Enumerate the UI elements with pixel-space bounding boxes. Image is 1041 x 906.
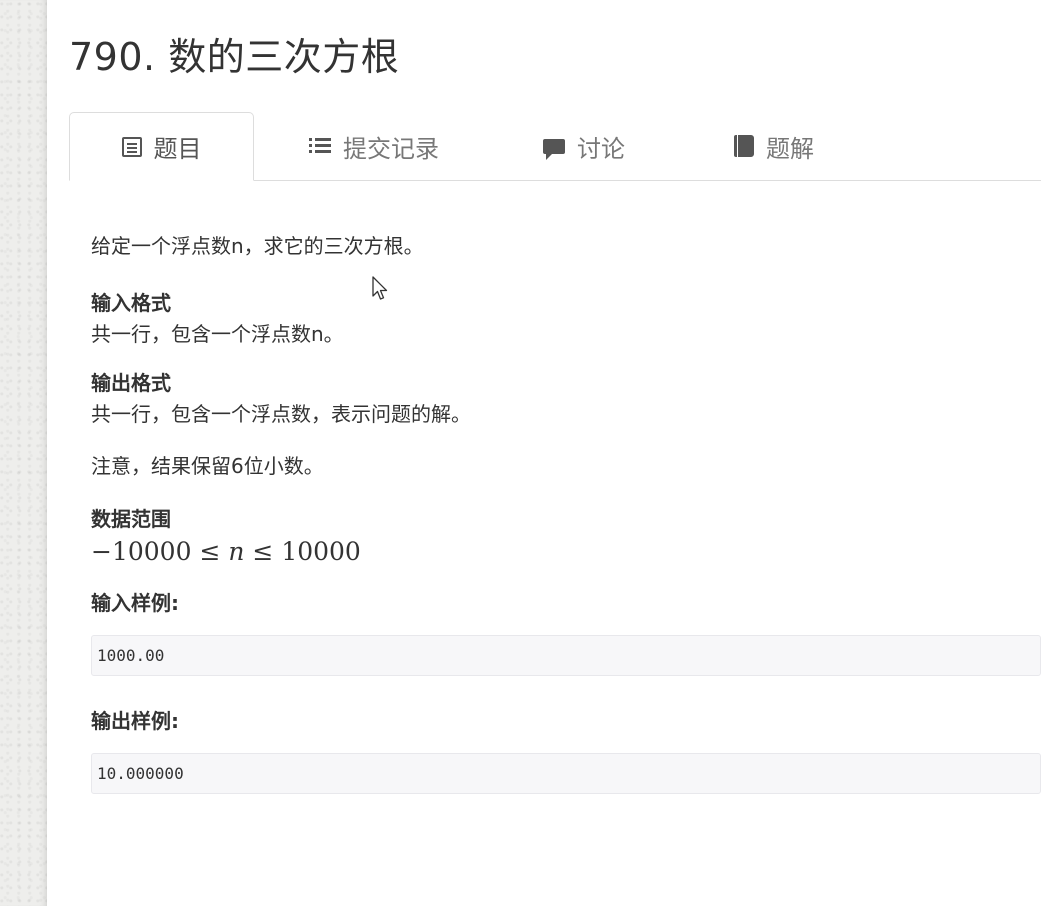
range-lower-bound: −10000 bbox=[91, 537, 192, 566]
tab-discussion-label: 讨论 bbox=[577, 134, 625, 163]
tab-problem-label: 题目 bbox=[153, 135, 202, 163]
range-variable: n bbox=[228, 537, 245, 566]
tab-solutions-label: 题解 bbox=[766, 134, 814, 163]
input-format-text: 共一行，包含一个浮点数n。 bbox=[91, 322, 344, 346]
mouse-pointer-icon bbox=[372, 276, 388, 300]
doc-list-icon bbox=[121, 136, 142, 157]
comment-icon bbox=[543, 138, 565, 160]
sample-input-code[interactable]: 1000.00 bbox=[91, 635, 1041, 676]
problem-content: 给定一个浮点数n，求它的三次方根。 输入格式 共一行，包含一个浮点数n。 输出格… bbox=[91, 228, 1041, 794]
precision-note: 注意，结果保留6位小数。 bbox=[91, 454, 324, 478]
tab-submissions[interactable]: 提交记录 bbox=[279, 112, 469, 180]
range-operator-1: ≤ bbox=[199, 537, 221, 566]
book-icon bbox=[734, 135, 754, 157]
data-range-formula: −10000 ≤ n ≤ 10000 bbox=[91, 534, 1041, 570]
problem-description: 给定一个浮点数n，求它的三次方根。 bbox=[91, 234, 424, 258]
problem-page: 790. 数的三次方根 题目 提交记录 讨论 题解 给定一个浮点数n，求它的三次… bbox=[47, 0, 1041, 906]
problem-tabs: 题目 提交记录 讨论 题解 bbox=[69, 112, 1041, 181]
sample-output-code[interactable]: 10.000000 bbox=[91, 753, 1041, 794]
page-title: 790. 数的三次方根 bbox=[69, 35, 400, 79]
tab-submissions-label: 提交记录 bbox=[343, 134, 439, 163]
tab-solutions[interactable]: 题解 bbox=[704, 112, 844, 180]
tab-discussion[interactable]: 讨论 bbox=[514, 112, 654, 180]
range-operator-2: ≤ bbox=[252, 537, 274, 566]
list-icon bbox=[309, 137, 331, 155]
input-format-heading: 输入格式 bbox=[91, 291, 171, 315]
output-format-heading: 输出格式 bbox=[91, 371, 171, 395]
tab-problem[interactable]: 题目 bbox=[69, 112, 254, 181]
sample-input-heading: 输入样例: bbox=[91, 591, 179, 615]
desktop-background bbox=[0, 0, 47, 906]
data-range-heading: 数据范围 bbox=[91, 507, 171, 531]
output-format-text: 共一行，包含一个浮点数，表示问题的解。 bbox=[91, 402, 471, 426]
range-upper-bound: 10000 bbox=[281, 537, 361, 566]
sample-output-heading: 输出样例: bbox=[91, 709, 179, 733]
